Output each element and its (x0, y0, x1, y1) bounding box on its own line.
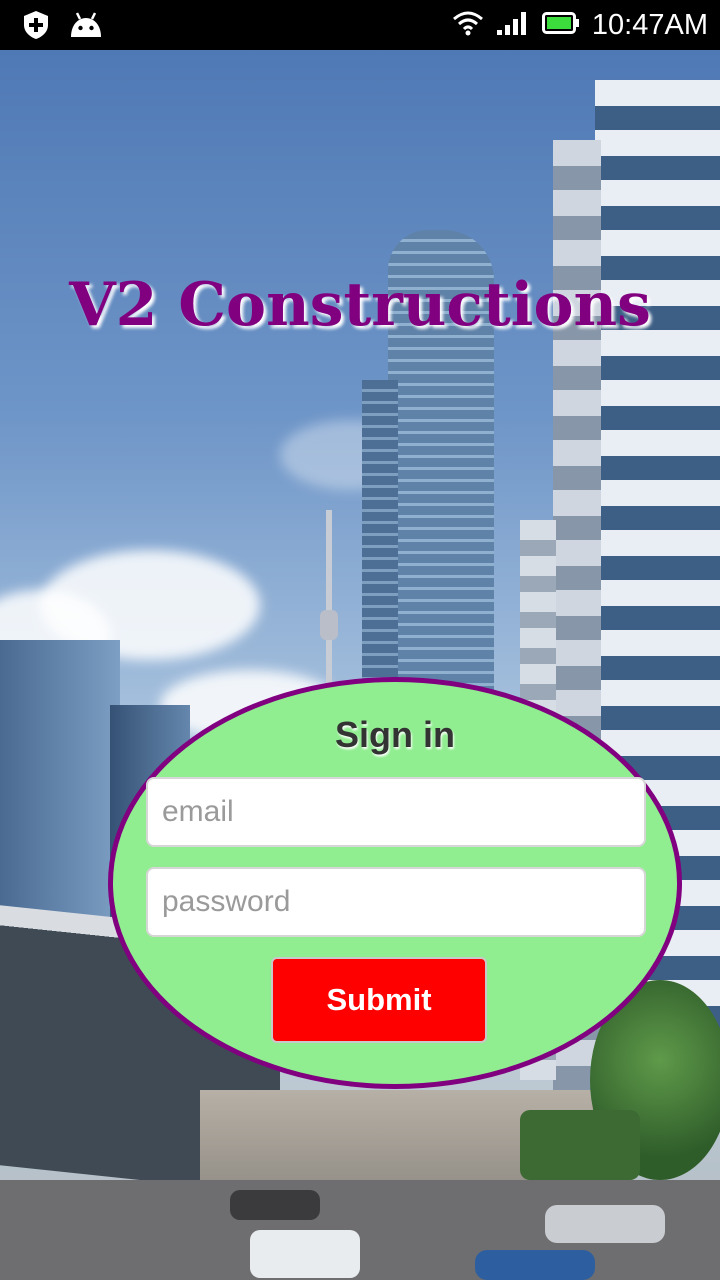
battery-icon (541, 11, 580, 40)
android-icon (68, 11, 104, 44)
car (475, 1250, 595, 1280)
wifi-icon (452, 10, 484, 41)
status-bar: 10:47AM (0, 0, 720, 50)
app-title: V2 Constructions (69, 270, 651, 340)
email-input[interactable] (146, 777, 646, 847)
shield-plus-icon (22, 10, 50, 45)
van (250, 1230, 360, 1278)
submit-button[interactable]: Submit (271, 957, 487, 1043)
password-input[interactable] (146, 867, 646, 937)
hedge (520, 1110, 640, 1180)
car (545, 1205, 665, 1243)
signal-icon (496, 10, 530, 41)
tv-tower (326, 510, 332, 690)
car (230, 1190, 320, 1220)
status-clock: 10:47AM (591, 9, 708, 41)
signin-heading: Sign in (335, 714, 455, 755)
tv-tower-pod (320, 610, 338, 640)
background-city-image (0, 50, 720, 1280)
